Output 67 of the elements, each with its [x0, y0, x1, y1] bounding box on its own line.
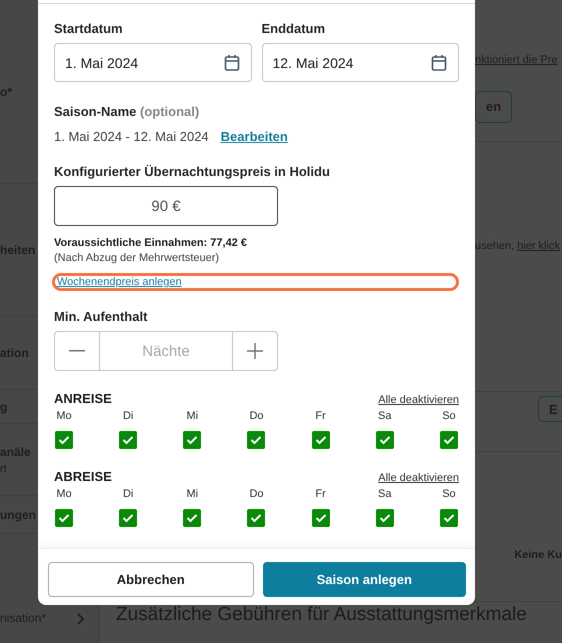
checkmark-icon	[58, 435, 70, 445]
checkbox[interactable]	[55, 431, 73, 449]
plus-icon	[247, 343, 263, 359]
checkmark-icon	[250, 435, 262, 445]
checkmark-icon	[250, 513, 262, 523]
weekday-label: Do	[249, 488, 264, 500]
checkbox[interactable]	[440, 509, 458, 527]
field-label: Konfigurierter Übernachtungspreis in Holidu	[54, 164, 331, 179]
field-label: Startdatum	[54, 21, 124, 36]
weekday-label: So	[442, 488, 456, 500]
checkmark-icon	[58, 513, 70, 523]
weekday-label: Mi	[186, 488, 198, 500]
checkmark-icon	[442, 513, 455, 523]
tax-note: (Nach Abzug der Mehrwertsteuer)	[54, 252, 220, 264]
weekday-label: Mo	[56, 488, 72, 500]
weekday-label: Mo	[56, 410, 72, 422]
checkmark-icon	[186, 435, 198, 445]
checkmark-icon	[442, 435, 455, 445]
weekday-label: Di	[122, 410, 134, 422]
weekday-label: Mi	[186, 410, 198, 422]
weekday-label: Di	[122, 488, 134, 500]
field-label: Enddatum	[262, 21, 326, 36]
checkmark-icon	[122, 435, 134, 445]
checkbox[interactable]	[183, 509, 202, 527]
checkbox[interactable]	[376, 509, 394, 527]
start-date-field[interactable]: 1. Mai 2024	[54, 43, 252, 82]
field-label: Saison-Name (optional)	[54, 104, 200, 119]
checkbox[interactable]	[119, 509, 138, 527]
checkbox[interactable]	[247, 509, 266, 527]
checkbox[interactable]	[55, 509, 73, 527]
calendar-icon[interactable]	[222, 54, 240, 72]
weekday-label: So	[442, 410, 456, 422]
estimated-revenue-text: Voraussichtliche Einnahmen: 77,42 €	[54, 237, 248, 249]
checkmark-icon	[378, 513, 391, 523]
checkbox[interactable]	[312, 509, 330, 527]
min-stay-stepper[interactable]: Nächte	[54, 331, 278, 371]
create-season-button[interactable]: Saison anlegen	[262, 562, 466, 597]
section-heading: ABREISE	[54, 469, 112, 484]
end-date-field[interactable]: 12. Mai 2024	[262, 43, 459, 82]
nights-input-field[interactable]: Nächte	[100, 332, 232, 370]
checkmark-icon	[122, 513, 134, 523]
weekend-price-link[interactable]: Wochenendpreis anlegen	[57, 276, 182, 288]
weekday-label: Do	[249, 410, 264, 422]
field-label: Min. Aufenthalt	[54, 309, 148, 324]
section-heading: ANREISE	[54, 391, 112, 406]
checkmark-icon	[186, 513, 198, 523]
deactivate-all-link[interactable]: Alle deaktivieren	[378, 472, 459, 484]
weekday-label: Fr	[315, 488, 326, 500]
calendar-icon[interactable]	[430, 54, 448, 72]
price-input-field[interactable]: 90 €	[54, 186, 278, 226]
checkbox[interactable]	[312, 431, 330, 449]
weekday-label: Fr	[315, 410, 326, 422]
checkbox[interactable]	[247, 431, 266, 449]
weekday-label: Sa	[378, 410, 392, 422]
checkbox[interactable]	[440, 431, 458, 449]
deactivate-all-link[interactable]: Alle deaktivieren	[378, 394, 459, 406]
season-name-value: 1. Mai 2024 - 12. Mai 2024	[54, 129, 209, 144]
cancel-button[interactable]: Abbrechen	[48, 562, 254, 597]
edit-link[interactable]: Bearbeiten	[220, 129, 288, 144]
minus-icon	[69, 350, 85, 352]
checkbox[interactable]	[376, 431, 394, 449]
checkmark-icon	[314, 513, 327, 523]
weekday-label: Sa	[378, 488, 392, 500]
checkmark-icon	[314, 435, 327, 445]
checkbox[interactable]	[119, 431, 138, 449]
checkmark-icon	[378, 435, 391, 445]
checkbox[interactable]	[183, 431, 202, 449]
